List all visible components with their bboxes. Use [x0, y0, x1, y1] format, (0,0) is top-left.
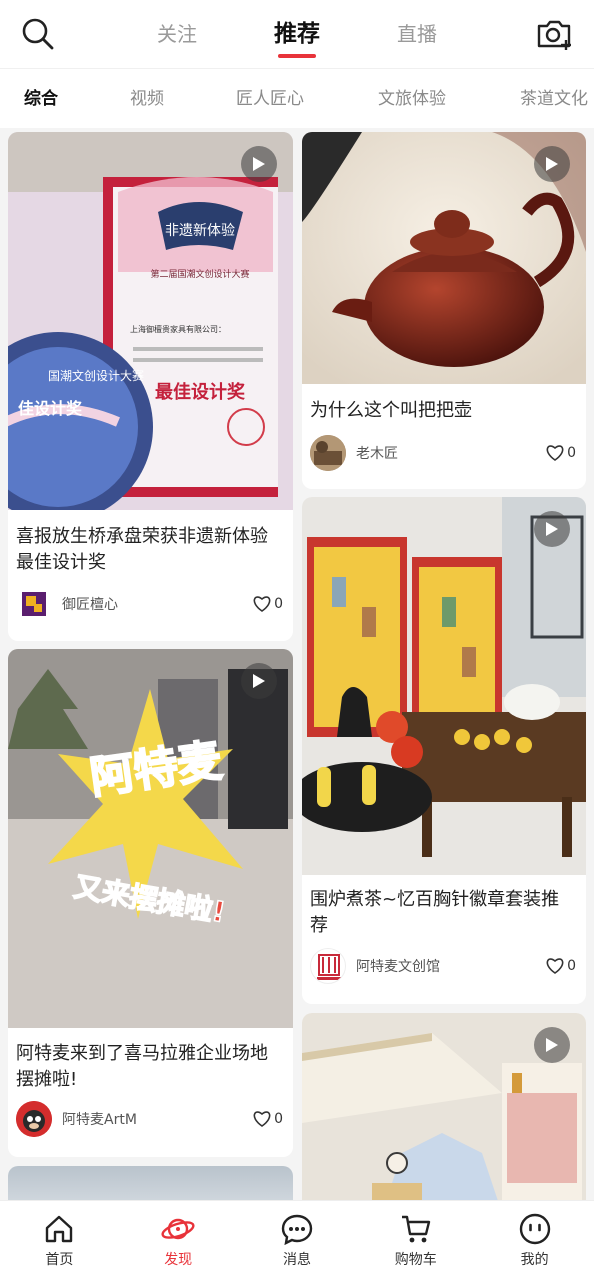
smiley-icon — [519, 1213, 550, 1245]
author-name[interactable]: 阿特麦ArtM — [62, 1109, 253, 1129]
chat-icon — [281, 1214, 313, 1245]
author-name[interactable]: 阿特麦文创馆 — [356, 956, 546, 976]
like-count: 0 — [567, 958, 576, 974]
card-image — [302, 497, 586, 875]
avatar[interactable] — [16, 586, 52, 622]
author-name[interactable]: 老木匠 — [356, 443, 546, 463]
feed-card[interactable]: 阿特麦 又来摆摊啦! 阿特麦来到了喜马拉雅企业场地摆摊啦! 阿特麦ArtM 0 — [8, 649, 293, 1157]
feed: 非遗新体验 第二届国潮文创设计大赛 上海御檀贵家具有限公司： 最佳设计奖 国潮文… — [0, 128, 594, 1200]
card-image: 阿特麦 又来摆摊啦! — [8, 649, 293, 1028]
cart-icon — [401, 1215, 430, 1243]
feed-card[interactable]: 为什么这个叫把把壶 老木匠 0 — [302, 132, 586, 489]
tab-live[interactable]: 直播 — [357, 0, 477, 68]
bottom-nav: 首页 发现 消息 购物车 我的 — [0, 1200, 594, 1280]
play-icon[interactable] — [534, 146, 570, 182]
play-icon[interactable] — [534, 1027, 570, 1063]
feed-card[interactable] — [8, 1166, 293, 1200]
card-author: 阿特麦文创馆 0 — [310, 946, 576, 986]
svg-text:国潮文创设计大赛: 国潮文创设计大赛 — [48, 368, 144, 383]
like-count: 0 — [274, 596, 283, 612]
category-all[interactable]: 综合 — [24, 69, 58, 128]
category-bar: 综合 视频 匠人匠心 文旅体验 茶道文化 — [0, 68, 594, 128]
card-title: 阿特麦来到了喜马拉雅企业场地摆摊啦! — [16, 1043, 268, 1090]
avatar[interactable] — [310, 435, 346, 471]
card-image — [8, 1166, 293, 1200]
nav-messages[interactable]: 消息 — [238, 1201, 357, 1280]
card-title: 围炉煮茶~忆百胸针徽章套装推荐 — [310, 889, 560, 936]
category-tea-culture[interactable]: 茶道文化 — [520, 69, 588, 128]
tab-recommend[interactable]: 推荐 — [237, 0, 357, 68]
avatar[interactable] — [310, 948, 346, 984]
nav-home[interactable]: 首页 — [0, 1201, 119, 1280]
like-count: 0 — [274, 1111, 283, 1127]
top-bar: 关注 推荐 直播 — [0, 0, 594, 68]
nav-label: 发现 — [164, 1252, 193, 1268]
nav-profile[interactable]: 我的 — [475, 1201, 594, 1280]
nav-cart[interactable]: 购物车 — [356, 1201, 475, 1280]
card-author: 御匠檀心 0 — [16, 584, 283, 624]
nav-label: 购物车 — [394, 1252, 437, 1268]
card-author: 阿特麦ArtM 0 — [16, 1099, 283, 1139]
play-icon[interactable] — [241, 663, 277, 699]
category-culture-travel[interactable]: 文旅体验 — [378, 69, 446, 128]
card-author: 老木匠 0 — [310, 433, 576, 473]
svg-text:非遗新体验: 非遗新体验 — [165, 223, 235, 239]
like-count: 0 — [567, 445, 576, 461]
planet-icon — [161, 1218, 195, 1240]
top-tabs: 关注 推荐 直播 — [0, 0, 594, 68]
card-title: 为什么这个叫把把壶 — [310, 400, 472, 421]
svg-text:最佳设计奖: 最佳设计奖 — [155, 381, 246, 403]
nav-discover[interactable]: 发现 — [119, 1201, 238, 1280]
heart-icon — [253, 1111, 271, 1127]
author-name[interactable]: 御匠檀心 — [62, 594, 253, 614]
feed-card[interactable] — [302, 1013, 586, 1200]
svg-text:上海御檀贵家具有限公司：: 上海御檀贵家具有限公司： — [130, 324, 226, 334]
card-title: 喜报放生桥承盘荣获非遗新体验最佳设计奖 — [16, 526, 268, 573]
category-craftsman[interactable]: 匠人匠心 — [236, 69, 304, 128]
svg-text:第二届国潮文创设计大赛: 第二届国潮文创设计大赛 — [150, 268, 249, 280]
card-image: 非遗新体验 第二届国潮文创设计大赛 上海御檀贵家具有限公司： 最佳设计奖 国潮文… — [8, 132, 293, 522]
heart-icon — [546, 445, 564, 461]
heart-icon — [546, 958, 564, 974]
svg-text:佳设计奖: 佳设计奖 — [18, 399, 83, 418]
home-icon — [46, 1215, 73, 1243]
play-icon[interactable] — [534, 511, 570, 547]
camera-icon[interactable] — [534, 14, 574, 54]
heart-icon — [253, 596, 271, 612]
nav-label: 消息 — [282, 1252, 311, 1268]
nav-label: 首页 — [45, 1252, 74, 1268]
like-button[interactable]: 0 — [253, 1111, 283, 1127]
feed-card[interactable]: 围炉煮茶~忆百胸针徽章套装推荐 阿特麦文创馆 0 — [302, 497, 586, 1004]
play-icon[interactable] — [241, 146, 277, 182]
like-button[interactable]: 0 — [546, 958, 576, 974]
category-video[interactable]: 视频 — [130, 69, 164, 128]
avatar[interactable] — [16, 1101, 52, 1137]
like-button[interactable]: 0 — [253, 596, 283, 612]
feed-card[interactable]: 非遗新体验 第二届国潮文创设计大赛 上海御檀贵家具有限公司： 最佳设计奖 国潮文… — [8, 132, 293, 641]
like-button[interactable]: 0 — [546, 445, 576, 461]
tab-follow[interactable]: 关注 — [117, 0, 237, 68]
nav-label: 我的 — [520, 1252, 549, 1268]
